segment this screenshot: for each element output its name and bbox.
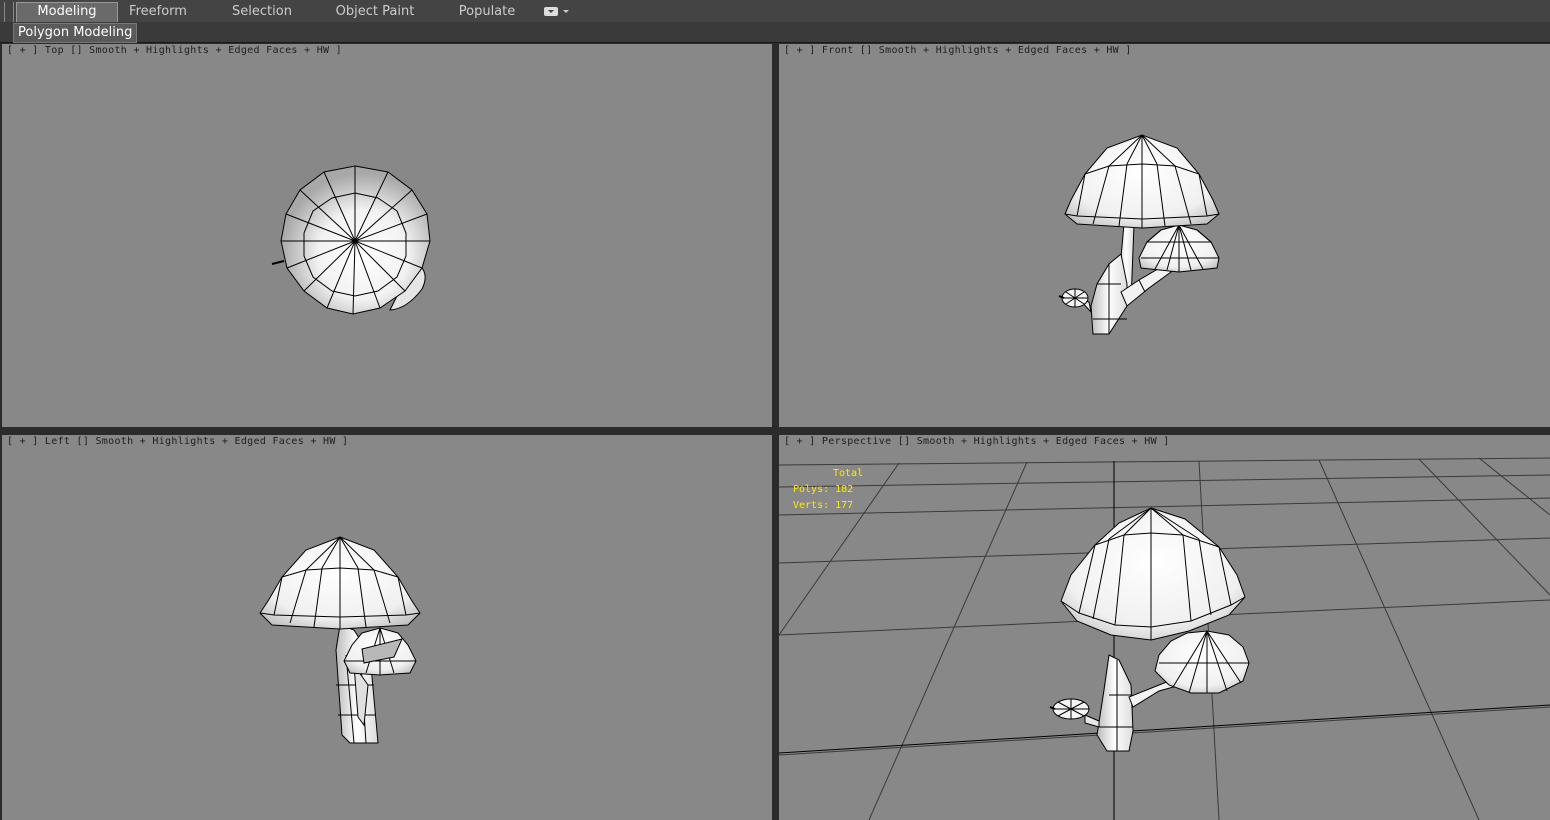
viewport-perspective[interactable]: [ + ] Perspective [] Smooth + Highlights…	[779, 435, 1550, 820]
viewport-left[interactable]: [ + ] Left [] Smooth + Highlights + Edge…	[2, 435, 772, 820]
chevron-down-icon[interactable]	[563, 10, 569, 13]
viewport-label-front[interactable]: [ + ] Front [] Smooth + Highlights + Edg…	[784, 45, 1132, 56]
viewport-label-top[interactable]: [ + ] Top [] Smooth + Highlights + Edged…	[7, 45, 342, 56]
tab-populate[interactable]: Populate	[450, 3, 524, 21]
persp-small-cap	[1154, 630, 1250, 694]
stats-verts: Verts: 177	[793, 500, 854, 511]
perspective-view-model	[779, 457, 1550, 820]
left-view-model	[259, 536, 421, 744]
front-small-cap	[1138, 224, 1220, 273]
stats-title: Total	[833, 468, 864, 479]
polygon-modeling-panel-button[interactable]: Polygon Modeling	[13, 23, 138, 43]
viewport-label-perspective[interactable]: [ + ] Perspective [] Smooth + Highlights…	[784, 436, 1170, 447]
front-view-model	[1058, 134, 1220, 335]
tab-object-paint[interactable]: Object Paint	[330, 3, 420, 21]
ribbon-display-toggle-icon[interactable]	[544, 7, 558, 16]
viewport-front[interactable]: [ + ] Front [] Smooth + Highlights + Edg…	[779, 44, 1550, 427]
tab-modeling[interactable]: Modeling	[16, 2, 118, 22]
viewport-label-left[interactable]: [ + ] Left [] Smooth + Highlights + Edge…	[7, 436, 348, 447]
stats-polys: Polys: 182	[793, 484, 854, 495]
tab-selection[interactable]: Selection	[222, 3, 302, 21]
ribbon-tab-bar: Modeling Freeform Selection Object Paint…	[0, 0, 1550, 40]
ribbon-panel-bar: Polygon Modeling	[0, 22, 1550, 43]
viewport-top[interactable]: [ + ] Top [] Smooth + Highlights + Edged…	[2, 44, 772, 427]
persp-large-cap	[1060, 507, 1246, 641]
front-large-cap	[1064, 134, 1220, 229]
top-view-model	[271, 165, 431, 315]
tab-freeform[interactable]: Freeform	[118, 3, 198, 21]
left-large-cap	[259, 536, 421, 630]
